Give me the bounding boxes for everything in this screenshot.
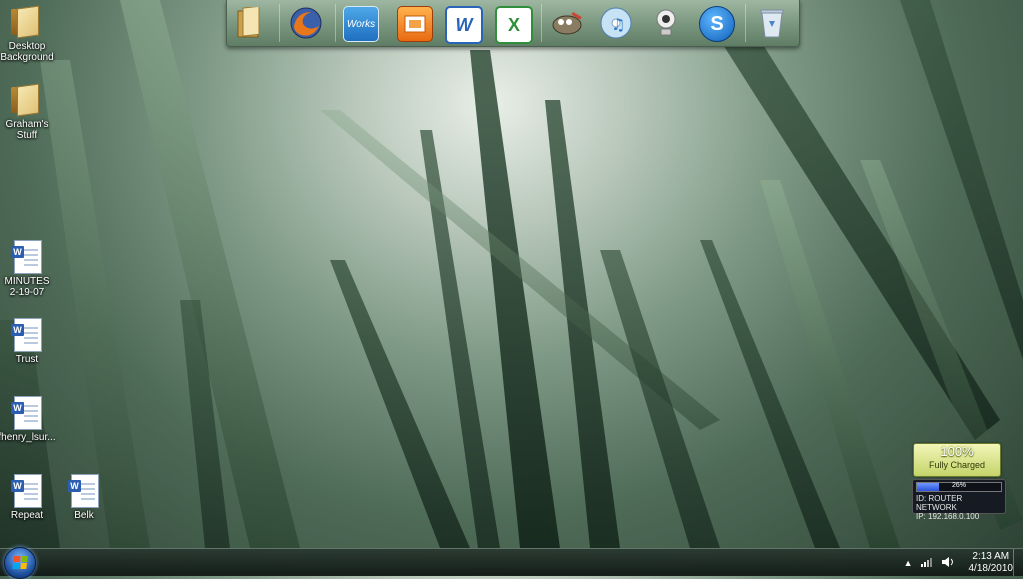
signal-percent: 26%: [951, 482, 966, 489]
dock-word[interactable]: W: [445, 6, 483, 44]
network-gadget[interactable]: 26% ID: ROUTER NETWORK IP: 192.168.0.100: [912, 479, 1006, 521]
dock-folder[interactable]: [232, 6, 266, 40]
desktop-icon-trust[interactable]: W Trust: [0, 318, 58, 365]
network-ip: IP: 192.168.0.100: [916, 512, 980, 521]
dock-separator: [279, 4, 280, 42]
desktop-icon-label: MINUTES 2-19-07: [4, 276, 50, 298]
desktop-icon-repeat[interactable]: W Repeat: [0, 474, 58, 521]
start-button[interactable]: [4, 547, 36, 579]
dock-separator: [335, 4, 336, 42]
svg-text:♫: ♫: [611, 15, 625, 34]
desktop-icon-minutes[interactable]: W MINUTES 2-19-07: [0, 240, 58, 298]
network-id: ID: ROUTER NETWORK: [916, 494, 963, 512]
volume-icon[interactable]: [941, 556, 955, 570]
word-document-icon: W: [11, 474, 43, 508]
itunes-icon: ♫: [600, 7, 632, 39]
desktop-icon-belk[interactable]: W Belk: [53, 474, 115, 521]
desktop-icon-label: Trust: [15, 354, 39, 365]
windows-logo-icon: [12, 556, 28, 569]
recycle-bin-icon: [760, 9, 784, 38]
desktop-icon-label: Graham's Stuff: [5, 119, 49, 141]
network-signal-icon[interactable]: [920, 557, 933, 569]
desktop-icon-desktop-background[interactable]: Desktop Background: [0, 5, 58, 63]
dock-gimp[interactable]: [549, 6, 583, 40]
word-document-icon: W: [11, 240, 43, 274]
show-hidden-icons-arrow-icon[interactable]: ▲: [904, 558, 913, 568]
clock-time: 2:13 AM: [972, 550, 1010, 562]
taskbar: ▲ 2:13 AM 4/18/2010: [0, 547, 1023, 579]
presentation-icon: [404, 15, 426, 33]
dock-separator: [745, 4, 746, 42]
dock-separator: [541, 4, 542, 42]
word-document-icon: W: [68, 474, 100, 508]
dock-firefox[interactable]: [289, 6, 323, 40]
dock-excel[interactable]: X: [495, 6, 533, 44]
gimp-icon: [552, 12, 582, 35]
desktop-icon-fhenry[interactable]: W fhenry_lsur...: [0, 396, 58, 443]
dock-recycle-bin[interactable]: [755, 6, 789, 40]
word-icon: W: [455, 14, 473, 35]
desktop-icon-label: Repeat: [10, 510, 44, 521]
works-icon: Works: [346, 18, 376, 30]
desktop-icon-label: Belk: [74, 510, 94, 521]
dock-itunes[interactable]: ♫: [599, 6, 633, 40]
word-document-icon: W: [11, 318, 43, 352]
word-document-icon: W: [11, 396, 43, 430]
folder-icon: [11, 83, 43, 117]
skype-icon: S: [710, 12, 724, 35]
app-dock: Works W X ♫ S: [226, 0, 800, 47]
desktop-icon-label: Desktop Background: [0, 41, 54, 63]
system-tray: ▲ 2:13 AM 4/18/2010: [896, 549, 1013, 576]
signal-bar: 26%: [916, 482, 1002, 492]
clock[interactable]: 2:13 AM 4/18/2010: [969, 551, 1014, 575]
battery-status: Fully Charged: [928, 460, 986, 470]
desktop-icon-label: fhenry_lsur...: [0, 432, 56, 443]
excel-icon: X: [507, 14, 520, 35]
folder-icon: [11, 5, 43, 39]
battery-gadget[interactable]: 100% Fully Charged: [913, 443, 1001, 477]
battery-percent: 100%: [940, 444, 974, 459]
clock-date: 4/18/2010: [968, 562, 1014, 574]
dock-presentation[interactable]: [397, 6, 433, 42]
firefox-icon: [290, 7, 322, 39]
grass-wallpaper: [0, 0, 1023, 548]
desktop-icon-grahams-stuff[interactable]: Graham's Stuff: [0, 83, 58, 141]
webcam-icon: [656, 9, 676, 36]
dock-skype[interactable]: S: [699, 6, 735, 42]
folder-icon: [237, 7, 260, 38]
dock-webcam[interactable]: [649, 6, 683, 40]
show-desktop-button[interactable]: [1013, 549, 1023, 576]
dock-works[interactable]: Works: [343, 6, 379, 42]
